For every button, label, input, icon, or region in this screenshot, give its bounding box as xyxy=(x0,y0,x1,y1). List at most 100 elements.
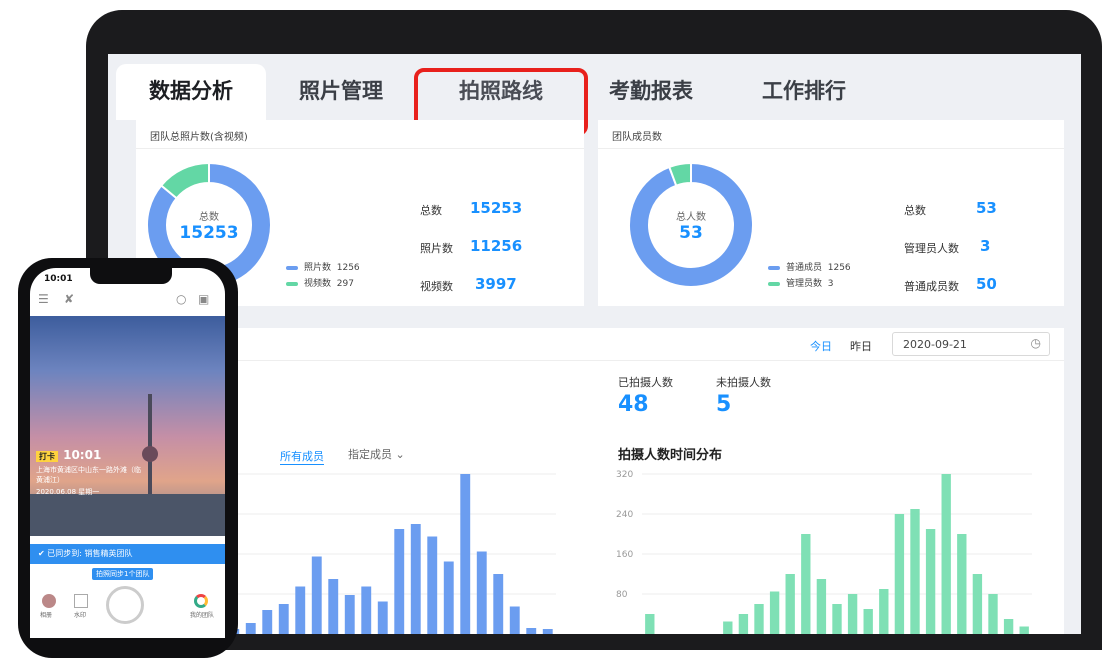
tab-data-analysis[interactable]: 数据分析 xyxy=(116,64,266,120)
date-value: 2020-09-21 xyxy=(903,338,967,351)
legend-label: 管理员数 xyxy=(786,279,823,289)
bar xyxy=(988,594,998,634)
bar xyxy=(493,574,504,634)
bar xyxy=(394,529,405,634)
camera-preview: 打卡 10:01 上海市黄浦区中山东一路外滩（临黄浦江） 2020.06.08 … xyxy=(30,316,225,536)
bar xyxy=(460,474,471,634)
y-tick-label: 240 xyxy=(616,510,633,520)
y-tick-label: 320 xyxy=(616,470,633,480)
phone-screen: 10:01 ☰ ✘ ○ ▣ 打卡 10:01 上海市黄浦区中山东一路外滩（临黄浦… xyxy=(30,268,225,638)
bar xyxy=(377,601,388,634)
bar xyxy=(262,610,273,634)
stat-videos-label: 视频数 xyxy=(420,280,453,293)
bar xyxy=(738,614,749,634)
bar xyxy=(847,594,858,634)
dashboard-screen: 数据分析 照片管理 拍照路线 考勤报表 工作排行 团队总照片数(含视频) 总数 … xyxy=(108,54,1081,634)
sync-status-text: 已同步到: 销售精英团队 xyxy=(47,549,133,558)
y-tick-label: 160 xyxy=(616,550,633,560)
bar xyxy=(894,514,905,634)
legend-value: 3 xyxy=(827,279,834,289)
bar xyxy=(427,536,438,634)
tab-work-ranking[interactable]: 工作排行 xyxy=(734,64,874,120)
members-center-label: 总人数 xyxy=(676,212,706,223)
menu-icon[interactable]: ☰ xyxy=(38,292,49,306)
tab-photo-management[interactable]: 照片管理 xyxy=(266,64,416,120)
stat-videos-value: 3997 xyxy=(475,275,517,293)
shot-label: 已拍摄人数 xyxy=(618,376,673,389)
stat-member-total-label: 总数 xyxy=(904,204,926,217)
legend-admins: 管理员数 3 xyxy=(768,276,833,289)
bar xyxy=(941,474,951,634)
sync-team-button[interactable]: 拍照同步1个团队 xyxy=(92,568,154,580)
watermark-icon[interactable] xyxy=(74,594,88,608)
divider xyxy=(598,148,1064,149)
photos-panel-title: 团队总照片数(含视频) xyxy=(150,132,248,143)
photos-center-value: 15253 xyxy=(179,223,239,243)
filter-specified-label: 指定成员 xyxy=(348,448,392,461)
legend-value: 297 xyxy=(336,279,354,289)
filter-all-members[interactable]: 所有成员 xyxy=(280,448,324,465)
stat-regular-value: 50 xyxy=(976,275,997,293)
flash-off-icon[interactable]: ✘ xyxy=(64,292,74,306)
legend-label: 照片数 xyxy=(304,263,332,273)
photos-center-label: 总数 xyxy=(199,212,219,223)
stamp-tag: 打卡 xyxy=(36,451,58,462)
bar xyxy=(295,586,306,634)
switch-camera-icon[interactable]: ▣ xyxy=(198,292,209,306)
bar xyxy=(957,534,967,634)
bar xyxy=(879,589,889,634)
today-button[interactable]: 今日 xyxy=(810,338,832,354)
clock-icon: ◷ xyxy=(1030,336,1041,350)
bar xyxy=(1019,626,1029,634)
right-bar-chart: 320 240 160 80 xyxy=(616,470,1032,634)
sync-status-bar: ✔ 已同步到: 销售精英团队 xyxy=(30,544,225,564)
filter-specified-members[interactable]: 指定成员 ⌄ xyxy=(348,446,405,462)
check-icon: ✔ xyxy=(38,549,45,558)
yesterday-button[interactable]: 昨日 xyxy=(850,338,872,354)
bar xyxy=(645,614,655,634)
legend-videos: 视频数 297 xyxy=(286,276,354,289)
bar xyxy=(361,586,372,634)
legend-label: 视频数 xyxy=(304,279,332,289)
stat-admin-label: 管理员人数 xyxy=(904,242,959,255)
nav-album-label: 相册 xyxy=(40,612,53,619)
members-donut-center: 总人数 53 xyxy=(656,208,726,243)
shooting-panel: 今日 昨日 2020-09-21 ◷ 已拍摄人数 48 未拍摄人数 5 所有成员… xyxy=(136,328,1064,634)
phone-time: 10:01 xyxy=(44,274,73,284)
divider xyxy=(136,148,584,149)
tab-bar: 数据分析 照片管理 拍照路线 考勤报表 工作排行 xyxy=(116,64,1076,136)
distribution-chart-title: 拍摄人数时间分布 xyxy=(618,448,723,463)
shot-value: 48 xyxy=(618,392,649,417)
skyline xyxy=(30,494,225,536)
stamp-address: 上海市黄浦区中山东一路外滩（临黄浦江） xyxy=(36,466,141,484)
legend-label: 普通成员 xyxy=(786,263,823,273)
bar xyxy=(509,606,520,634)
stat-total-label: 总数 xyxy=(420,204,442,217)
bar xyxy=(754,604,764,634)
filter-icon[interactable]: ○ xyxy=(176,292,186,306)
team-icon[interactable] xyxy=(194,594,208,608)
watermark-stamp: 打卡 10:01 上海市黄浦区中山东一路外滩（临黄浦江） 2020.06.08 … xyxy=(36,444,146,497)
tab-attendance-report[interactable]: 考勤报表 xyxy=(586,64,716,120)
members-center-value: 53 xyxy=(679,223,703,243)
stamp-time: 10:01 xyxy=(63,448,102,462)
stamp-date: 2020.06.08 星期一 xyxy=(36,488,100,496)
not-shot-label: 未拍摄人数 xyxy=(716,376,771,389)
shutter-button[interactable] xyxy=(106,586,144,624)
bar xyxy=(245,623,256,634)
stat-photos-value: 11256 xyxy=(470,237,523,255)
legend-value: 1256 xyxy=(336,263,360,273)
members-panel: 团队成员数 总人数 53 普通成员 1256 管理员数 3 总数 53 管理员人… xyxy=(598,120,1064,306)
bar xyxy=(863,609,873,634)
nav-watermark-label: 水印 xyxy=(74,612,87,619)
legend-value: 1256 xyxy=(827,263,851,273)
date-picker[interactable]: 2020-09-21 ◷ xyxy=(892,332,1050,356)
bar xyxy=(1003,619,1014,634)
members-panel-title: 团队成员数 xyxy=(612,132,662,143)
bar xyxy=(832,604,842,634)
bar xyxy=(785,574,795,634)
bar xyxy=(278,604,289,634)
stat-admin-value: 3 xyxy=(980,237,991,255)
stat-photos-label: 照片数 xyxy=(420,242,453,255)
album-icon[interactable] xyxy=(42,594,56,608)
